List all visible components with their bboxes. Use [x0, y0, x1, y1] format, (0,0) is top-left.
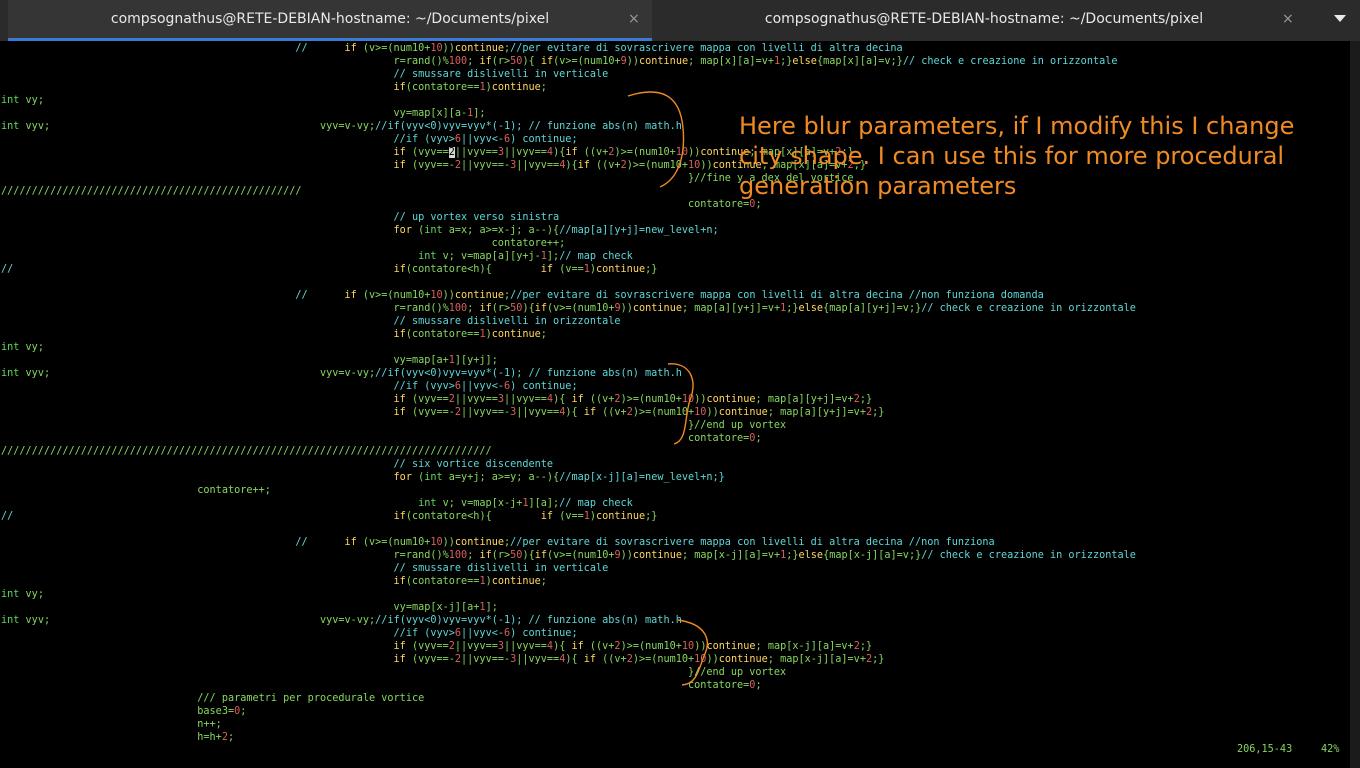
bracket-mark: [627, 91, 685, 188]
annotation-text: Here blur parameters, if I modify this I…: [739, 112, 1295, 200]
bracket-mark: [667, 363, 694, 445]
bracket-mark: [677, 619, 708, 686]
